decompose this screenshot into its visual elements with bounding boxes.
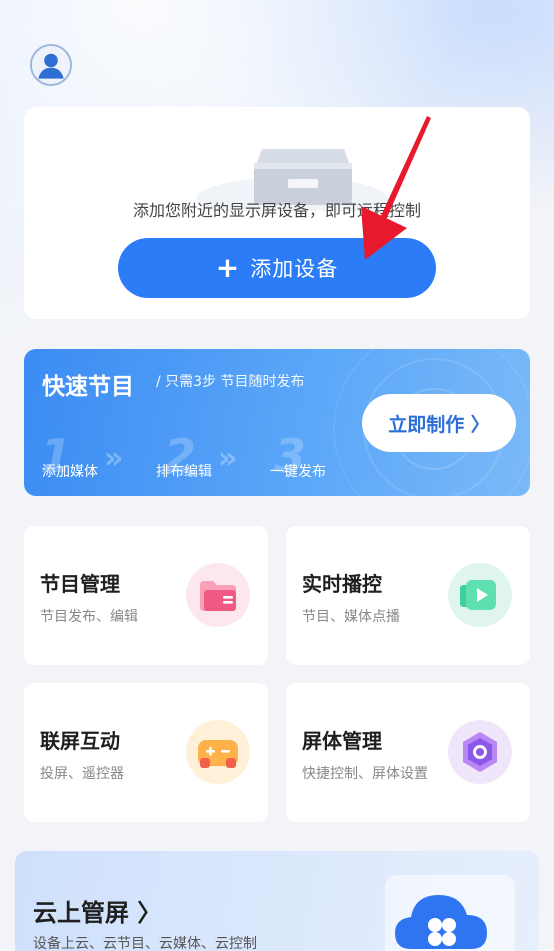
add-device-card: 添加您附近的显示屏设备，即可远程控制 + 添加设备: [24, 107, 530, 319]
add-device-hint: 添加您附近的显示屏设备，即可远程控制: [132, 201, 421, 220]
create-now-button[interactable]: 立即制作 〉: [362, 394, 516, 452]
tile-title: 联屏互动: [40, 729, 120, 753]
cloud-icon: [385, 875, 515, 951]
hexagon-nut-icon: [448, 720, 512, 784]
tile-subtitle: 快捷控制、屏体设置: [302, 766, 428, 782]
tile-realtime-playback[interactable]: 实时播控 节目、媒体点播: [286, 526, 530, 665]
tile-program-management[interactable]: 节目管理 节目发布、编辑: [24, 526, 268, 665]
gamepad-icon: [186, 720, 250, 784]
chevron-double-icon: »: [104, 441, 124, 476]
tile-title: 实时播控: [302, 572, 382, 596]
step-label: 排布编辑: [156, 464, 212, 480]
plus-icon: +: [215, 251, 241, 284]
add-device-button[interactable]: + 添加设备: [118, 238, 436, 298]
cloud-title: 云上管屏 〉: [33, 899, 162, 927]
cloud-management-card[interactable]: 云上管屏 〉 设备上云、云节目、云媒体、云控制: [15, 851, 539, 951]
tile-subtitle: 节目发布、编辑: [40, 609, 138, 625]
tile-subtitle: 节目、媒体点播: [302, 609, 400, 625]
tile-title: 节目管理: [40, 572, 120, 596]
step-label: 添加媒体: [42, 464, 98, 480]
user-avatar-icon[interactable]: [30, 44, 72, 86]
play-icon: [448, 563, 512, 627]
tile-title: 屏体管理: [302, 729, 382, 753]
cloud-subtitle: 设备上云、云节目、云媒体、云控制: [33, 936, 257, 951]
folder-icon: [186, 563, 250, 627]
quick-program-banner[interactable]: 快速节目 / 只需3步 节目随时发布 1 » 2 » 3 添加媒体 排布编辑 一…: [24, 349, 530, 496]
chevron-double-icon: »: [218, 441, 238, 476]
tile-screen-interaction[interactable]: 联屏互动 投屏、遥控器: [24, 683, 268, 822]
step-label: 一键发布: [270, 464, 326, 480]
quick-program-subtitle: / 只需3步 节目随时发布: [156, 374, 305, 390]
quick-program-title: 快速节目: [42, 374, 134, 400]
tile-screen-management[interactable]: 屏体管理 快捷控制、屏体设置: [286, 683, 530, 822]
add-device-button-label: 添加设备: [250, 257, 339, 281]
tile-subtitle: 投屏、遥控器: [40, 766, 124, 782]
